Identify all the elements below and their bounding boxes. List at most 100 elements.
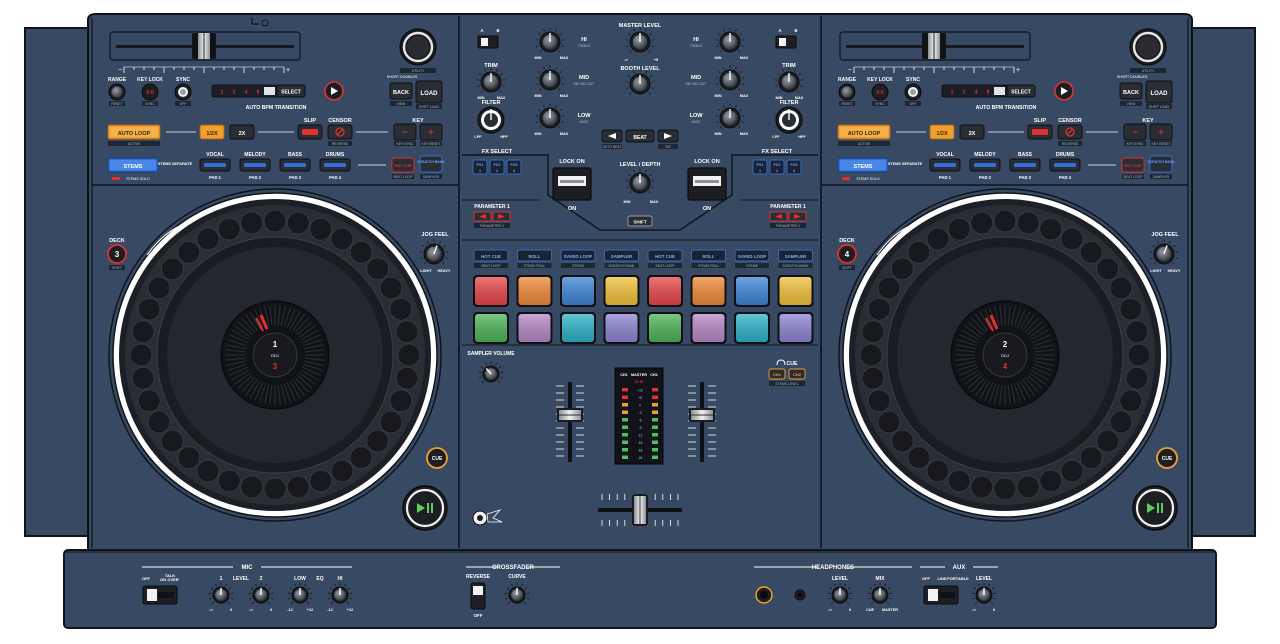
performance-pad[interactable]	[473, 275, 509, 307]
fx-lever-left[interactable]	[552, 167, 592, 201]
eq-label: MID	[579, 75, 589, 81]
auto-loop-label[interactable]: AUTO LOOP	[848, 131, 881, 137]
fx-button-label[interactable]: FX3	[791, 163, 798, 167]
cue-button-label[interactable]: CUE	[432, 456, 443, 462]
filter-knob[interactable]	[477, 106, 505, 134]
back-button-label[interactable]: BACK	[1123, 90, 1139, 96]
key-lock-button[interactable]: 0-0	[871, 83, 889, 101]
cue-button[interactable]: CUE	[1156, 447, 1178, 469]
performance-pad[interactable]	[603, 275, 640, 307]
deck-number[interactable]: 3	[115, 250, 120, 259]
meter-header: CH1	[620, 373, 628, 377]
performance-pad[interactable]	[560, 275, 596, 307]
half-loop-label[interactable]: 1/2X	[206, 131, 218, 137]
performance-pad[interactable]	[647, 312, 683, 344]
pad-mode-label[interactable]: SAMPLER	[611, 254, 633, 259]
double-loop-label[interactable]: 2X	[969, 131, 976, 137]
pad-mode-label[interactable]: ROLL	[703, 254, 715, 259]
cue-button[interactable]: CUE	[426, 447, 448, 469]
level-depth-label: LEVEL / DEPTH	[620, 162, 661, 168]
switch-a-label: A	[778, 28, 781, 33]
key-plus-label[interactable]: +	[428, 127, 433, 137]
tempo-slider-thumb[interactable]	[922, 33, 946, 59]
performance-pad[interactable]	[777, 275, 814, 307]
stems-button-label[interactable]: STEMS	[124, 164, 143, 170]
fx-button-label[interactable]: FX3	[511, 163, 518, 167]
key-plus-label[interactable]: +	[1158, 127, 1163, 137]
fx-button-label[interactable]: FX2	[494, 163, 501, 167]
key-label: KEY	[1142, 118, 1154, 124]
performance-pad[interactable]	[734, 275, 770, 307]
cue-channel-label[interactable]: CH2	[793, 372, 802, 377]
pad-mode-label[interactable]: HOT CUE	[481, 254, 501, 259]
beat-label: BEAT	[633, 135, 646, 141]
scratch-bank-label[interactable]: SCRATCH BANK	[1147, 160, 1175, 164]
pad-mode-label[interactable]: SAMPLER	[785, 254, 807, 259]
performance-pad[interactable]	[560, 312, 596, 344]
back-button-label[interactable]: BACK	[393, 90, 409, 96]
pad-mode-label[interactable]: HOT CUE	[655, 254, 675, 259]
aux-input-switch[interactable]	[923, 585, 959, 605]
scratch-bank-button[interactable]	[419, 155, 443, 173]
shift-button-label[interactable]: SHIFT	[633, 220, 646, 225]
performance-pad[interactable]	[734, 312, 770, 344]
sub-label: BEAT LOOP	[394, 175, 414, 179]
browse-encoder[interactable]	[1129, 28, 1167, 66]
pad-mode-label[interactable]: SAVED LOOP	[564, 254, 593, 259]
performance-pad[interactable]	[690, 275, 727, 307]
auto-bpm-button[interactable]	[324, 81, 344, 101]
jog-brand: DDJ	[1001, 353, 1009, 358]
scratch-bank-button[interactable]	[1149, 155, 1173, 173]
mic-switch[interactable]	[142, 585, 178, 605]
scratch-bank-label[interactable]: SCRATCH BANK	[417, 160, 445, 164]
stems-button-label[interactable]: STEMS	[854, 164, 873, 170]
fx-lever-right[interactable]	[687, 167, 727, 201]
performance-pad[interactable]	[603, 312, 640, 344]
double-loop-label[interactable]: 2X	[239, 131, 246, 137]
browse-encoder[interactable]	[399, 28, 437, 66]
load-button-label[interactable]: LOAD	[421, 91, 439, 97]
cue-channel-label[interactable]: CH1	[773, 372, 782, 377]
load-button-label[interactable]: LOAD	[1151, 91, 1169, 97]
sync-button[interactable]	[904, 83, 922, 101]
pad-mode-label[interactable]: SAVED LOOP	[738, 254, 767, 259]
fx-button-label[interactable]: FX2	[774, 163, 781, 167]
key-lock-button[interactable]: 0-0	[141, 83, 159, 101]
fx-button-label[interactable]: FX1	[757, 163, 764, 167]
cue-button-label[interactable]: CUE	[1162, 456, 1173, 462]
range-button[interactable]	[108, 83, 126, 101]
pad-number-label: PAD 2	[979, 175, 992, 180]
auto-bpm-button[interactable]	[1054, 81, 1074, 101]
key-minus-label[interactable]: −	[402, 127, 407, 137]
hot-cue-mode-label[interactable]: HOT CUE	[1124, 164, 1142, 168]
sub-label: SHIFT LOAD	[419, 105, 439, 109]
auto-loop-label[interactable]: AUTO LOOP	[118, 131, 151, 137]
half-loop-label[interactable]: 1/2X	[936, 131, 948, 137]
performance-pad[interactable]	[516, 275, 553, 307]
pad-mode-label[interactable]: ROLL	[529, 254, 541, 259]
tempo-slider-thumb[interactable]	[192, 33, 216, 59]
performance-pad[interactable]	[690, 312, 727, 344]
key-minus-label[interactable]: −	[1132, 127, 1137, 137]
select-button-label[interactable]: SELECT	[281, 90, 301, 96]
deck-number[interactable]: 4	[845, 250, 850, 259]
select-button-label[interactable]: SELECT	[1011, 90, 1031, 96]
range-button[interactable]	[838, 83, 856, 101]
performance-pad[interactable]	[777, 312, 814, 344]
filter-knob[interactable]	[775, 106, 803, 134]
mic-on-label: ON	[160, 577, 166, 582]
performance-pad[interactable]	[516, 312, 553, 344]
sync-button[interactable]	[174, 83, 192, 101]
mic-level-label: LEVEL	[233, 576, 249, 582]
play-pause-button[interactable]	[402, 485, 448, 531]
performance-pad[interactable]	[473, 312, 509, 344]
eq-min-label: MIN	[715, 132, 722, 136]
deck-select-button[interactable]: 3	[107, 244, 127, 264]
crossfader-reverse-switch[interactable]	[470, 582, 486, 610]
jog-center-display: 2 DDJ 4	[950, 300, 1060, 410]
play-pause-button[interactable]	[1132, 485, 1178, 531]
fx-button-label[interactable]: FX1	[477, 163, 484, 167]
hot-cue-mode-label[interactable]: HOT CUE	[394, 164, 412, 168]
performance-pad[interactable]	[647, 275, 683, 307]
deck-select-button[interactable]: 4	[837, 244, 857, 264]
